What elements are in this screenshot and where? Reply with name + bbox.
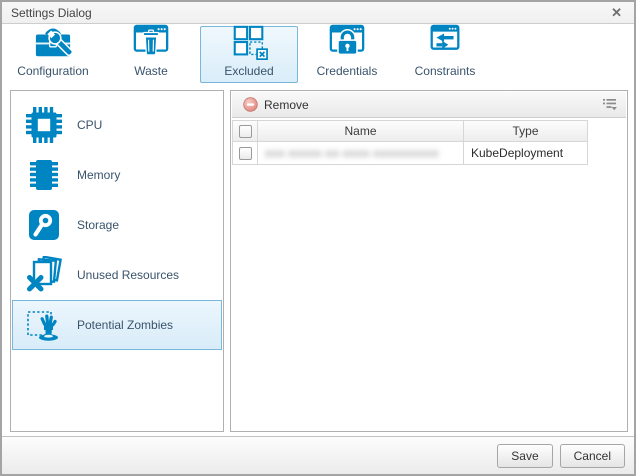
sidebar-item-unused-resources-label: Unused Resources <box>77 268 180 282</box>
row-checkbox[interactable] <box>238 146 252 160</box>
sidebar-item-memory[interactable]: Memory <box>12 150 222 200</box>
sidebar-item-unused-resources[interactable]: Unused Resources <box>12 250 222 300</box>
select-all-checkbox[interactable] <box>238 124 252 138</box>
row-type-cell: KubeDeployment <box>464 142 588 165</box>
header-select-all[interactable] <box>232 120 258 142</box>
tab-waste[interactable]: Waste <box>102 24 200 83</box>
remove-button-label: Remove <box>264 97 309 112</box>
column-header-type[interactable]: Type <box>464 120 588 142</box>
row-name-blurred-text: xxx-xxxxx-xx-xxxx-xxxxxxxxxx <box>265 146 439 160</box>
tab-excluded[interactable]: Excluded <box>200 24 298 83</box>
sidebar-item-potential-zombies-label: Potential Zombies <box>77 318 174 332</box>
table-row[interactable]: xxx-xxxxx-xx-xxxx-xxxxxxxxxx KubeDeploym… <box>232 142 626 165</box>
sidebar-item-storage-label: Storage <box>77 218 120 232</box>
footer-bar: Save Cancel <box>2 436 634 474</box>
sidebar-item-cpu-label: CPU <box>77 118 103 132</box>
dialog-title: Settings Dialog <box>11 5 92 20</box>
excluded-table: Name Type xxx-xxxxx-xx-xxxx-xxxxxxxxxx K… <box>232 120 626 165</box>
tab-credentials[interactable]: Credentials <box>298 24 396 83</box>
close-icon[interactable]: ✕ <box>608 5 625 20</box>
stacked-pages-x-icon <box>24 256 64 294</box>
zombie-hand-icon <box>24 306 64 344</box>
memory-chip-icon <box>24 156 64 194</box>
category-list: CPU Memory Storage Unused Resources Pote… <box>10 90 224 432</box>
cpu-chip-icon <box>24 106 64 144</box>
cancel-button[interactable]: Cancel <box>559 443 625 468</box>
main-area: CPU Memory Storage Unused Resources Pote… <box>2 85 634 436</box>
column-chooser-icon[interactable] <box>601 96 619 113</box>
tab-credentials-label: Credentials <box>316 64 378 78</box>
window-lock-icon <box>325 24 369 62</box>
table-header-row: Name Type <box>232 120 626 142</box>
tab-configuration[interactable]: Configuration <box>4 26 102 83</box>
row-checkbox-cell <box>232 142 258 165</box>
storage-disk-icon <box>24 206 64 244</box>
settings-dialog: Settings Dialog ✕ Configuration Waste Ex… <box>0 0 636 476</box>
remove-button[interactable]: Remove <box>239 95 313 114</box>
column-header-name[interactable]: Name <box>258 120 464 142</box>
sidebar-item-potential-zombies[interactable]: Potential Zombies <box>12 300 222 350</box>
excluded-toolbar: Remove <box>232 92 626 118</box>
toolbox-wrench-icon <box>31 24 75 62</box>
tab-strip: Configuration Waste Excluded Credentials… <box>2 24 634 85</box>
sidebar-item-cpu[interactable]: CPU <box>12 100 222 150</box>
tab-configuration-label: Configuration <box>17 64 89 78</box>
tab-constraints[interactable]: Constraints <box>396 24 494 83</box>
title-bar: Settings Dialog ✕ <box>2 2 634 24</box>
sidebar-item-storage[interactable]: Storage <box>12 200 222 250</box>
window-trash-icon <box>129 24 173 62</box>
window-arrows-icon <box>423 24 467 62</box>
tab-waste-label: Waste <box>134 64 168 78</box>
save-button[interactable]: Save <box>497 443 553 468</box>
minus-circle-icon <box>243 97 258 112</box>
grid-excluded-icon <box>227 24 271 62</box>
row-name-cell: xxx-xxxxx-xx-xxxx-xxxxxxxxxx <box>258 142 464 165</box>
sidebar-item-memory-label: Memory <box>77 168 121 182</box>
excluded-panel: Remove Name Type xxx-xxxxx-xx-xxxx-xxxxx… <box>230 90 628 432</box>
tab-excluded-label: Excluded <box>224 64 274 78</box>
tab-constraints-label: Constraints <box>414 64 476 78</box>
